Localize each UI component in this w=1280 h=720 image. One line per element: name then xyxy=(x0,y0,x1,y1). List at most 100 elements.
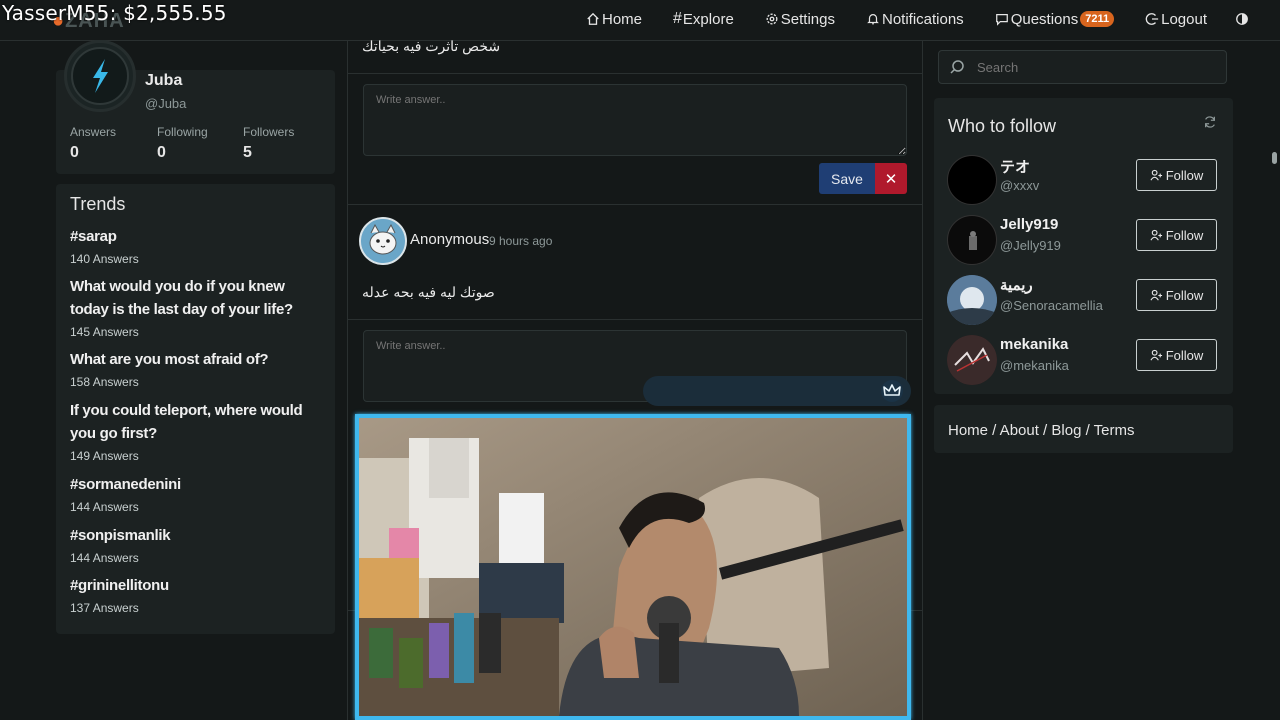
nav-logout[interactable]: Logout xyxy=(1145,11,1207,28)
divider xyxy=(348,204,922,205)
post-time: 9 hours ago xyxy=(489,234,553,248)
logout-icon xyxy=(1145,13,1159,25)
questions-count-badge: 7211 xyxy=(1080,11,1115,27)
stat-answers-label: Answers xyxy=(70,125,117,139)
user-handle: @mekanika xyxy=(1000,358,1069,373)
crown-icon xyxy=(881,380,903,402)
trend-title[interactable]: If you could teleport, where would you g… xyxy=(70,399,325,445)
trend-title[interactable]: #sarap xyxy=(70,225,325,248)
streamer-webcam xyxy=(355,414,911,720)
follow-suggestion: ريمية @Senoracamellia Follow xyxy=(947,275,1227,325)
stat-answers-value: 0 xyxy=(70,144,79,161)
cancel-button[interactable]: ✕ xyxy=(875,163,907,194)
nav-home-label: Home xyxy=(602,10,643,28)
user-plus-icon xyxy=(1150,169,1162,180)
answer-input[interactable] xyxy=(363,84,907,156)
cat-avatar-icon xyxy=(361,219,405,263)
user-avatar[interactable] xyxy=(947,215,997,265)
follow-label: Follow xyxy=(1165,347,1204,363)
follow-button[interactable]: Follow xyxy=(1136,219,1217,251)
nav-questions[interactable]: Questions 7211 xyxy=(995,10,1115,28)
trend-item[interactable]: #sarap 140 Answers xyxy=(70,225,325,271)
hashtag-icon: # xyxy=(673,10,682,27)
search-icon xyxy=(950,60,964,74)
sketch-avatar-image xyxy=(947,335,997,385)
trend-count: 149 Answers xyxy=(70,449,139,463)
user-name[interactable]: テオ xyxy=(1000,156,1030,177)
home-icon xyxy=(587,12,599,25)
refresh-icon[interactable] xyxy=(1203,115,1217,129)
nav-explore-label: Explore xyxy=(682,10,734,28)
nav-logout-label: Logout xyxy=(1161,10,1207,28)
trend-title[interactable]: #sonpismanlik xyxy=(70,524,325,547)
trend-count: 144 Answers xyxy=(70,551,139,565)
contrast-icon xyxy=(1236,13,1248,25)
user-plus-icon xyxy=(1150,229,1162,240)
stat-following-label: Following xyxy=(157,125,208,139)
user-name[interactable]: Jelly919 xyxy=(1000,216,1058,233)
trend-count: 144 Answers xyxy=(70,500,139,514)
divider xyxy=(348,319,922,320)
user-avatar[interactable] xyxy=(947,275,997,325)
stream-donation-overlay: YasserM55: $2,555.55 xyxy=(2,1,227,25)
sky-avatar-image xyxy=(947,275,997,325)
profile-name[interactable]: Juba xyxy=(145,72,182,90)
trend-count: 158 Answers xyxy=(70,375,139,389)
user-avatar[interactable] xyxy=(947,335,997,385)
lightning-icon xyxy=(93,59,108,93)
nav-home[interactable]: Home xyxy=(586,11,642,28)
trend-count: 140 Answers xyxy=(70,252,139,266)
trends-title: Trends xyxy=(70,194,126,214)
page-scrollbar[interactable] xyxy=(1272,152,1277,164)
save-button[interactable]: Save xyxy=(819,163,875,194)
nav-notifications[interactable]: Notifications xyxy=(866,11,964,28)
nav-notifications-label: Notifications xyxy=(881,10,964,28)
profile-avatar[interactable] xyxy=(64,40,136,112)
follow-suggestion: テオ @xxxv Follow xyxy=(947,155,1227,205)
follow-button[interactable]: Follow xyxy=(1136,279,1217,311)
stat-followers-value: 5 xyxy=(243,144,252,161)
follow-button[interactable]: Follow xyxy=(1136,339,1217,371)
follow-button[interactable]: Follow xyxy=(1136,159,1217,191)
trend-count: 145 Answers xyxy=(70,325,139,339)
who-to-follow-title: Who to follow xyxy=(948,116,1057,136)
stream-overlay-bar xyxy=(643,376,911,406)
trend-item[interactable]: What would you do if you knew today is t… xyxy=(70,275,325,344)
question-text: شخص تاثرت فيه بحياتك xyxy=(362,38,501,54)
trend-item[interactable]: What are you most afraid of? 158 Answers xyxy=(70,348,325,394)
chat-icon xyxy=(995,14,1008,26)
stat-followers-label: Followers xyxy=(243,125,295,139)
trend-item[interactable]: #grininellitonu 137 Answers xyxy=(70,574,325,620)
divider xyxy=(348,73,922,74)
user-handle: @xxxv xyxy=(1000,178,1040,193)
follow-label: Follow xyxy=(1165,287,1204,303)
trend-title[interactable]: What would you do if you knew today is t… xyxy=(70,275,325,321)
post-author[interactable]: Anonymous xyxy=(410,231,489,248)
nav-settings[interactable]: Settings xyxy=(765,11,835,28)
trend-item[interactable]: #sonpismanlik 144 Answers xyxy=(70,524,325,570)
search-input[interactable] xyxy=(938,50,1227,84)
trend-title[interactable]: #grininellitonu xyxy=(70,574,325,597)
user-avatar[interactable] xyxy=(947,155,997,205)
nav-questions-label: Questions xyxy=(1010,10,1079,28)
follow-label: Follow xyxy=(1165,227,1204,243)
gear-icon xyxy=(766,13,778,25)
bell-icon xyxy=(867,14,879,25)
user-name[interactable]: ريمية xyxy=(1000,276,1033,294)
footer-links[interactable]: Home / About / Blog / Terms xyxy=(948,422,1134,439)
user-name[interactable]: mekanika xyxy=(1000,336,1068,353)
user-handle: @Senoracamellia xyxy=(1000,298,1103,313)
follow-label: Follow xyxy=(1165,167,1204,183)
trend-item[interactable]: If you could teleport, where would you g… xyxy=(70,399,325,468)
user-handle: @Jelly919 xyxy=(1000,238,1061,253)
trend-title[interactable]: #sormanedenini xyxy=(70,473,325,496)
trend-item[interactable]: #sormanedenini 144 Answers xyxy=(70,473,325,519)
user-plus-icon xyxy=(1150,289,1162,300)
question-text: صوتك ليه فيه بحه عدله xyxy=(362,284,495,300)
figure-avatar-image xyxy=(969,231,977,250)
profile-handle: @Juba xyxy=(145,96,187,111)
nav-explore[interactable]: # Explore xyxy=(673,10,734,28)
anonymous-avatar[interactable] xyxy=(359,217,407,265)
trend-title[interactable]: What are you most afraid of? xyxy=(70,348,325,371)
theme-toggle[interactable] xyxy=(1235,12,1251,26)
